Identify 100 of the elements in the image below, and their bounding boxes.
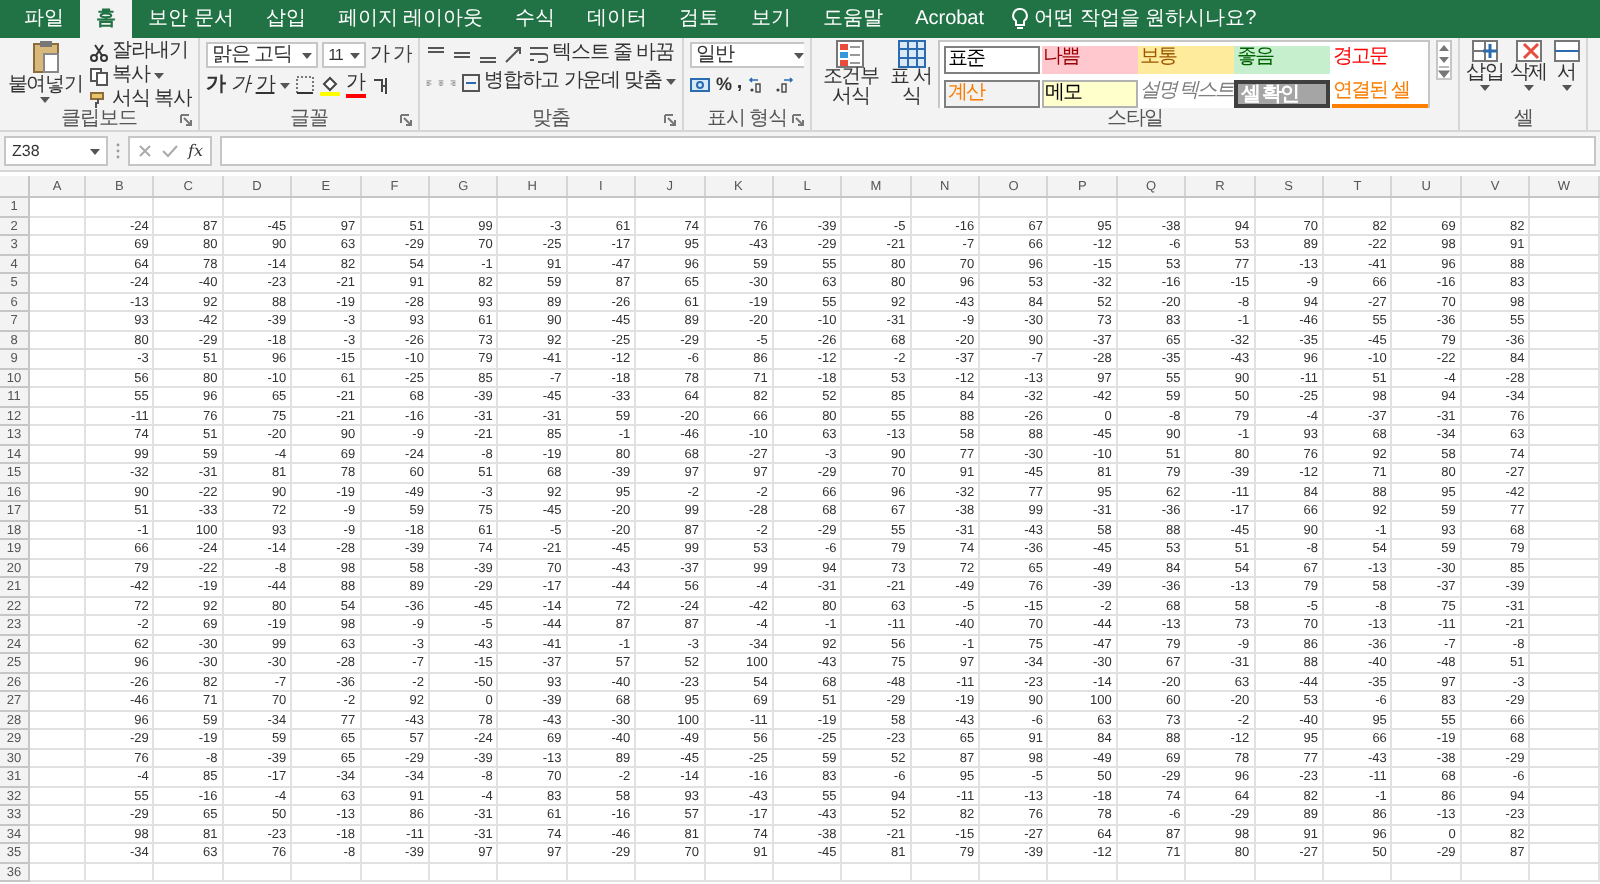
caret-icon bbox=[794, 51, 804, 59]
conditional-formatting-button[interactable]: 조건부 서식 bbox=[818, 40, 884, 108]
empty-cell bbox=[1530, 293, 1600, 312]
caret-icon bbox=[350, 51, 361, 59]
italic-button[interactable]: 가 bbox=[230, 73, 250, 97]
empty-cell bbox=[1324, 198, 1393, 217]
empty-cell bbox=[429, 863, 499, 882]
delete-button[interactable]: 삭제 bbox=[1509, 40, 1548, 92]
empty-cell bbox=[1530, 711, 1600, 730]
format-as-table-button[interactable]: 표 서식 bbox=[889, 40, 933, 108]
group-label: 표시 형식 bbox=[707, 108, 787, 130]
ribbon-tab[interactable]: 수식 bbox=[499, 0, 572, 38]
empty-cell bbox=[223, 863, 293, 882]
wrap-text-icon bbox=[530, 45, 548, 63]
percent-button[interactable]: % bbox=[716, 72, 731, 96]
formula-input-field[interactable] bbox=[220, 136, 1596, 166]
empty-cell bbox=[1530, 407, 1600, 426]
tell-me-search[interactable]: 어떤 작업을 원하시나요? bbox=[1034, 4, 1257, 34]
empty-cell bbox=[1530, 616, 1600, 635]
paste-button[interactable]: 붙여넣기 bbox=[6, 40, 85, 104]
wrap-text-button[interactable]: 텍스트 줄 바꿈 bbox=[530, 42, 674, 66]
insert-function-button[interactable]: fx bbox=[188, 137, 203, 165]
cell-style-option[interactable]: 나쁨 bbox=[1041, 46, 1138, 74]
format-button[interactable]: 서 bbox=[1553, 40, 1580, 92]
cell-style-option[interactable]: 설명 텍스트 bbox=[1137, 80, 1234, 108]
empty-cell bbox=[154, 863, 224, 882]
ribbon-tab[interactable]: 검토 bbox=[663, 0, 736, 38]
caret-icon bbox=[280, 81, 291, 89]
borders-icon[interactable] bbox=[296, 76, 315, 94]
empty-cell bbox=[1048, 863, 1118, 882]
empty-cell bbox=[1255, 198, 1325, 217]
cancel-icon[interactable] bbox=[138, 144, 152, 158]
caret-icon bbox=[1479, 84, 1490, 92]
empty-cell bbox=[842, 863, 912, 882]
empty-cell bbox=[154, 198, 224, 217]
ribbon-tab[interactable]: 보기 bbox=[735, 0, 808, 38]
empty-cell bbox=[1255, 863, 1325, 882]
ribbon-tab[interactable]: 홈 bbox=[80, 0, 132, 38]
paintbrush-icon bbox=[90, 91, 109, 108]
ribbon-tab[interactable]: 파일 bbox=[8, 0, 80, 38]
empty-cell bbox=[1530, 464, 1600, 483]
ribbon-tab[interactable]: 페이지 레이아웃 bbox=[321, 0, 500, 38]
bold-button[interactable]: 가 bbox=[206, 73, 225, 97]
cell-style-option[interactable]: 보통 bbox=[1137, 46, 1234, 74]
empty-cell bbox=[1186, 863, 1256, 882]
ribbon-tab[interactable]: 보안 문서 bbox=[132, 0, 250, 38]
group-label: 클립보드 bbox=[61, 108, 137, 130]
font-color-button[interactable]: 가 bbox=[346, 72, 366, 98]
ribbon-tab[interactable]: 도움말 bbox=[807, 0, 900, 38]
empty-cell bbox=[361, 198, 430, 217]
caret-icon bbox=[154, 72, 165, 80]
merge-cells-icon bbox=[462, 73, 481, 91]
dialog-launcher-icon[interactable] bbox=[792, 114, 804, 126]
cell-style-option[interactable]: 좋음 bbox=[1234, 46, 1331, 74]
insert-button[interactable]: 삽입 bbox=[1466, 40, 1504, 92]
empty-cell bbox=[223, 198, 293, 217]
format-painter-button[interactable]: 서식 복사 bbox=[90, 88, 192, 108]
empty-cell bbox=[1530, 331, 1600, 350]
empty-cell bbox=[1461, 863, 1531, 882]
empty-cell bbox=[705, 863, 774, 882]
empty-cell bbox=[1530, 426, 1600, 445]
empty-cell bbox=[1530, 825, 1600, 844]
font-name-field[interactable]: 맑은 고딕 bbox=[206, 42, 319, 68]
dialog-launcher-icon[interactable] bbox=[400, 114, 412, 126]
number-format-field[interactable]: 일반 bbox=[690, 42, 804, 68]
gallery-scroll-bar[interactable] bbox=[1436, 40, 1452, 80]
currency-icon[interactable] bbox=[690, 75, 710, 93]
comma-button[interactable]: , bbox=[736, 72, 742, 96]
cut-button[interactable]: 잘라내기 bbox=[90, 40, 192, 64]
empty-cell bbox=[498, 863, 568, 882]
empty-cell bbox=[1530, 635, 1600, 654]
caret-icon bbox=[40, 96, 51, 104]
copy-button[interactable]: 복사 bbox=[90, 64, 192, 88]
name-box[interactable]: Z38 bbox=[4, 136, 108, 166]
fill-color-icon[interactable] bbox=[320, 75, 341, 95]
font-size-field[interactable]: 11 bbox=[322, 42, 367, 68]
decrease-font-button[interactable]: 가 bbox=[393, 43, 412, 67]
merge-center-button[interactable]: 병합하고 가운데 맞춤 bbox=[462, 70, 676, 94]
cell-style-option[interactable]: 메모 bbox=[1041, 80, 1138, 108]
empty-cell bbox=[1392, 863, 1462, 882]
ribbon-tab[interactable]: Acrobat bbox=[899, 0, 1001, 38]
ribbon-tab[interactable]: 삽입 bbox=[249, 0, 322, 38]
empty-cell bbox=[1392, 198, 1462, 217]
empty-cell bbox=[911, 863, 981, 882]
phonetic-guide-icon[interactable] bbox=[371, 75, 392, 95]
lightbulb-icon bbox=[1012, 8, 1029, 30]
dialog-launcher-icon[interactable] bbox=[180, 114, 192, 126]
ribbon-tab[interactable]: 데이터 bbox=[571, 0, 664, 38]
underline-button[interactable]: 가 bbox=[255, 73, 275, 97]
checkmark-icon[interactable] bbox=[162, 144, 178, 158]
cell-style-option[interactable]: 표준 bbox=[944, 46, 1041, 74]
caret-icon bbox=[302, 51, 313, 59]
empty-cell bbox=[1530, 198, 1600, 217]
decrease-decimal-icon[interactable] bbox=[773, 75, 794, 93]
increase-font-button[interactable]: 가 bbox=[370, 43, 390, 67]
caret-icon bbox=[90, 147, 100, 155]
text-orientation-icon[interactable] bbox=[504, 45, 524, 63]
dialog-launcher-icon[interactable] bbox=[664, 114, 676, 126]
empty-cell bbox=[1530, 521, 1600, 540]
empty-cell bbox=[1530, 502, 1600, 521]
